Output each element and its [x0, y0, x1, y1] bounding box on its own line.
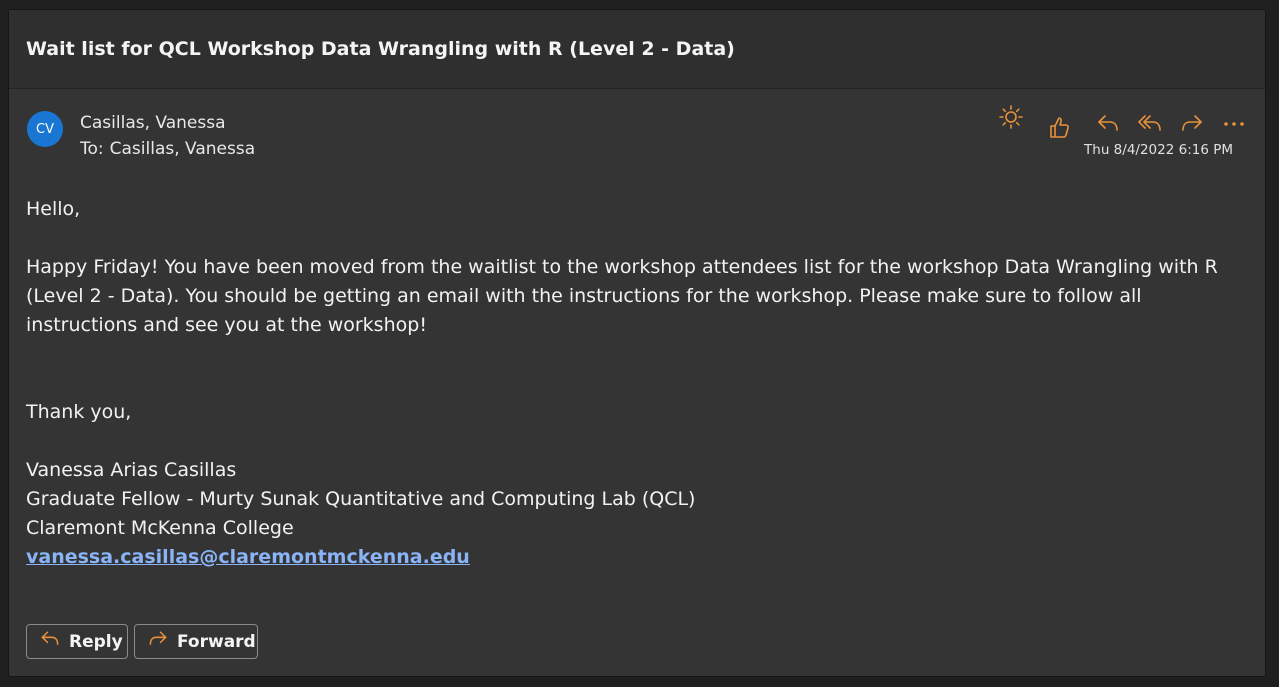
reply-icon[interactable]	[1094, 110, 1122, 138]
reply-button-label: Reply	[69, 631, 123, 652]
subject-bar: Wait list for QCL Workshop Data Wranglin…	[9, 10, 1265, 89]
signature-email-link[interactable]: vanessa.casillas@claremontmckenna.edu	[26, 546, 470, 568]
signature-name: Vanessa Arias Casillas	[26, 459, 237, 481]
forward-icon[interactable]	[1178, 110, 1206, 138]
forward-button-label: Forward	[177, 631, 256, 652]
greeting-text: Hello,	[26, 198, 81, 220]
reply-icon	[39, 628, 61, 655]
recipient-line: To: Casillas, Vanessa	[80, 139, 255, 159]
reply-button[interactable]: Reply	[26, 624, 128, 659]
closing-text: Thank you,	[26, 401, 132, 423]
message-body: Hello, Happy Friday! You have been moved…	[26, 195, 1256, 572]
to-label: To:	[80, 139, 104, 159]
like-icon[interactable]	[1045, 113, 1073, 141]
signature-org: Claremont McKenna College	[26, 517, 294, 539]
reply-all-icon[interactable]	[1136, 110, 1164, 138]
message-date: Thu 8/4/2022 6:16 PM	[1084, 142, 1233, 158]
sender-name[interactable]: Casillas, Vanessa	[80, 113, 226, 133]
forward-button[interactable]: Forward	[134, 624, 258, 659]
recipient-name[interactable]: Casillas, Vanessa	[110, 139, 256, 159]
body-paragraph: Happy Friday! You have been moved from t…	[26, 256, 1218, 336]
avatar[interactable]: CV	[27, 111, 63, 147]
forward-icon	[147, 628, 169, 655]
more-icon[interactable]	[1220, 110, 1248, 138]
sun-icon[interactable]	[997, 103, 1025, 131]
message-subject: Wait list for QCL Workshop Data Wranglin…	[26, 38, 735, 60]
signature-title: Graduate Fellow - Murty Sunak Quantitati…	[26, 488, 696, 510]
message-actions	[987, 103, 1244, 138]
message-window: Wait list for QCL Workshop Data Wranglin…	[8, 9, 1266, 677]
